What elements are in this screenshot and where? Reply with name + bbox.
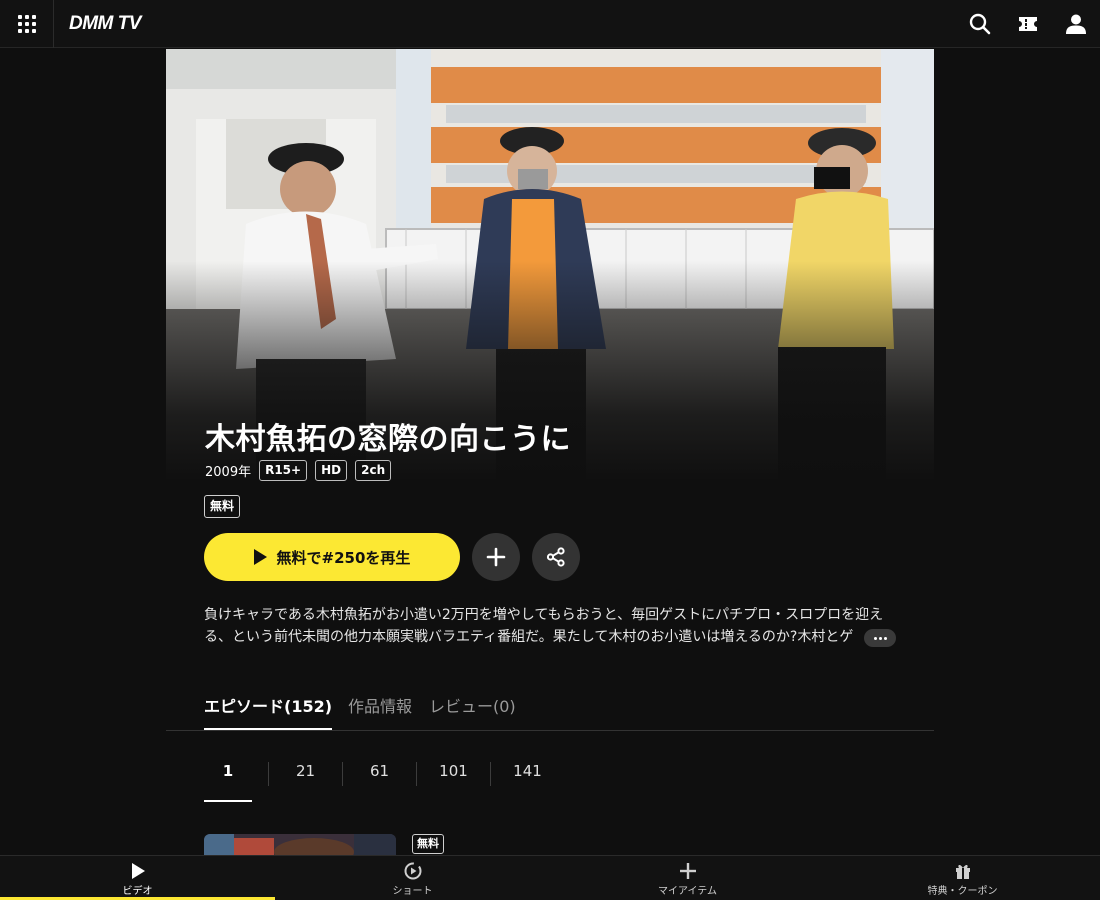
user-button[interactable] bbox=[1062, 10, 1090, 38]
play-free-button[interactable]: 無料で#250を再生 bbox=[204, 533, 460, 581]
nav-short-label: ショート bbox=[392, 886, 433, 897]
tab-info[interactable]: 作品情報 bbox=[348, 693, 412, 730]
menu-grid-icon bbox=[17, 15, 36, 33]
menu-button[interactable] bbox=[0, 0, 54, 48]
range-141[interactable]: 141 bbox=[491, 750, 564, 802]
audio-tag: 2ch bbox=[355, 460, 392, 481]
range-101[interactable]: 101 bbox=[417, 750, 490, 802]
short-play-icon bbox=[404, 862, 421, 880]
gift-icon bbox=[955, 864, 970, 879]
search-button[interactable] bbox=[966, 10, 994, 38]
nav-my-items-label: マイアイテム bbox=[658, 886, 717, 897]
page-title: 木村魚拓の窓際の向こうに bbox=[205, 422, 571, 457]
play-icon bbox=[253, 549, 267, 565]
nav-coupons-label: 特典・クーポン bbox=[927, 886, 998, 897]
ticket-icon bbox=[1019, 17, 1037, 31]
range-1[interactable]: 1 bbox=[204, 750, 252, 802]
nav-short[interactable]: ショート bbox=[275, 856, 550, 900]
quality-tag: HD bbox=[315, 460, 348, 481]
episode-free-badge: 無料 bbox=[412, 834, 444, 854]
nav-video-label: ビデオ bbox=[122, 886, 153, 897]
free-badge: 無料 bbox=[204, 495, 241, 518]
share-button[interactable] bbox=[532, 533, 580, 581]
bottom-nav: ビデオ ショート マイアイテム 特典・クーポン bbox=[0, 855, 1100, 900]
expand-description-button[interactable] bbox=[864, 629, 896, 647]
range-61[interactable]: 61 bbox=[343, 750, 416, 802]
nav-my-items[interactable]: マイアイテム bbox=[550, 856, 825, 900]
nav-coupons[interactable]: 特典・クーポン bbox=[825, 856, 1100, 900]
description-text: 負けキャラである木村魚拓がお小遣い2万円を増やしてもらおうと、毎回ゲストにパチプ… bbox=[204, 607, 884, 645]
episode-range-selector: 1 21 61 101 141 bbox=[204, 750, 564, 802]
user-icon bbox=[1066, 14, 1086, 34]
logo[interactable]: DMM TV bbox=[69, 13, 141, 35]
plus-icon bbox=[486, 547, 506, 567]
play-icon bbox=[131, 863, 145, 879]
nav-video[interactable]: ビデオ bbox=[0, 856, 275, 900]
top-header: DMM TV bbox=[0, 0, 1100, 48]
content-tabs: エピソード(152) 作品情報 レビュー(0) bbox=[166, 683, 934, 731]
ticket-button[interactable] bbox=[1014, 10, 1042, 38]
plus-icon bbox=[679, 863, 696, 879]
share-icon bbox=[546, 547, 565, 567]
play-button-label: 無料で#250を再生 bbox=[276, 548, 411, 567]
add-to-list-button[interactable] bbox=[472, 533, 520, 581]
tab-reviews[interactable]: レビュー(0) bbox=[429, 693, 516, 730]
search-icon bbox=[969, 13, 991, 35]
range-21[interactable]: 21 bbox=[269, 750, 342, 802]
release-year: 2009年 bbox=[205, 465, 252, 480]
meta-row: 2009年 R15+ HD 2ch bbox=[205, 460, 392, 481]
tab-episodes[interactable]: エピソード(152) bbox=[204, 693, 333, 730]
rating-tag: R15+ bbox=[259, 460, 308, 481]
